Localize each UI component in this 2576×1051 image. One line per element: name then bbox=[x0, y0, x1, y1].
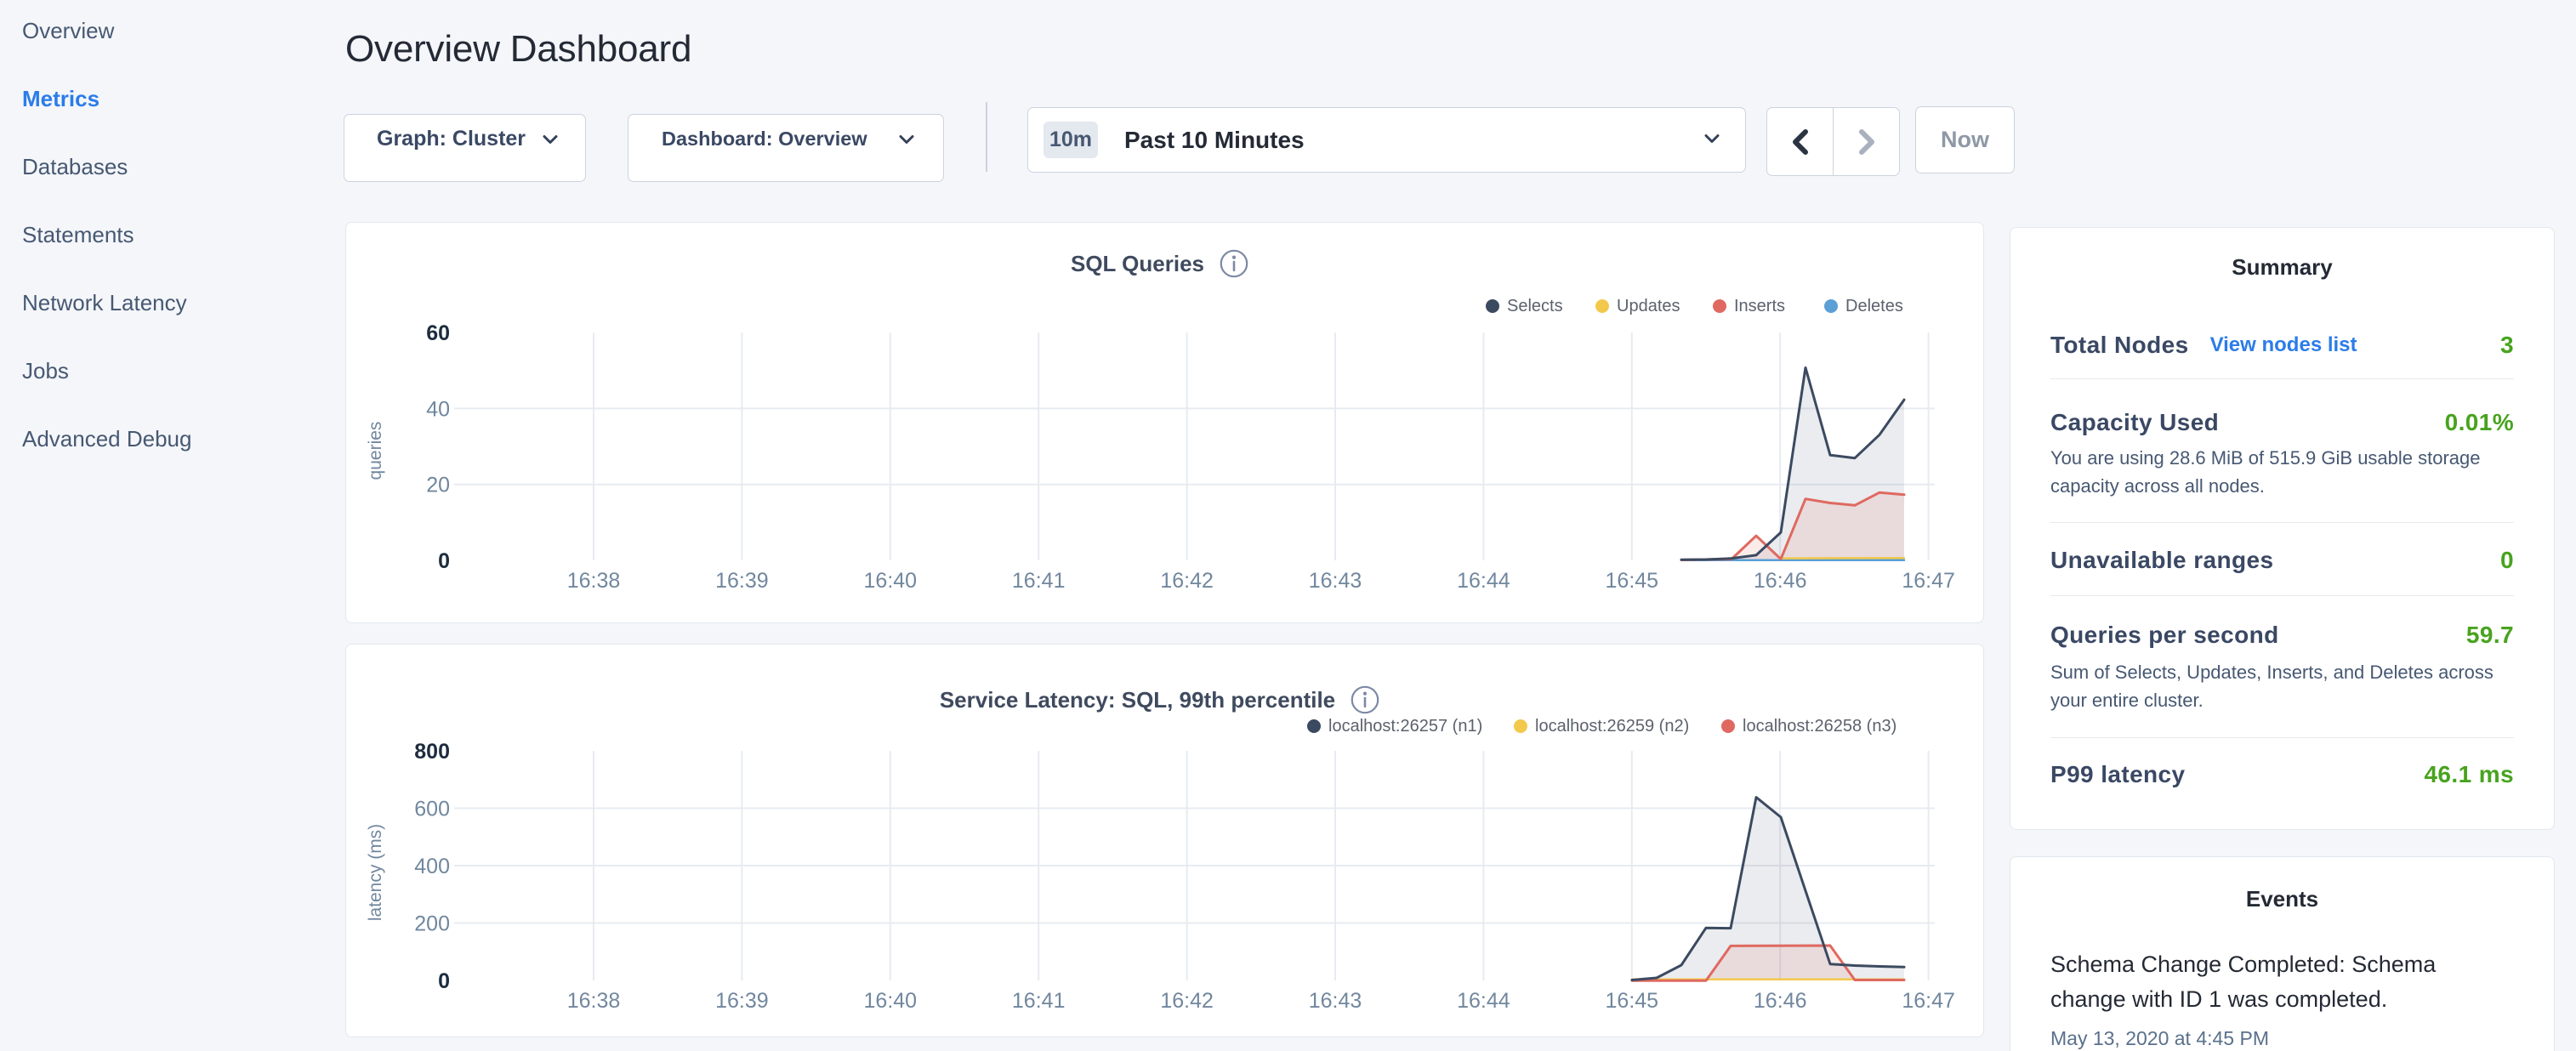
svg-text:16:38: 16:38 bbox=[567, 569, 621, 593]
svg-text:40: 40 bbox=[426, 397, 450, 421]
svg-text:16:46: 16:46 bbox=[1754, 569, 1807, 593]
svg-text:600: 600 bbox=[414, 798, 450, 821]
svg-text:16:43: 16:43 bbox=[1309, 989, 1362, 1013]
svg-text:0: 0 bbox=[438, 549, 450, 573]
svg-text:16:47: 16:47 bbox=[1902, 569, 1955, 593]
svg-text:16:38: 16:38 bbox=[567, 989, 621, 1013]
svg-text:200: 200 bbox=[414, 912, 450, 936]
svg-text:16:47: 16:47 bbox=[1902, 989, 1955, 1013]
svg-text:60: 60 bbox=[426, 321, 450, 345]
svg-text:0: 0 bbox=[438, 969, 450, 993]
svg-text:16:44: 16:44 bbox=[1457, 989, 1510, 1013]
svg-text:800: 800 bbox=[414, 740, 450, 764]
svg-text:20: 20 bbox=[426, 474, 450, 497]
svg-text:queries: queries bbox=[366, 422, 385, 480]
svg-text:16:42: 16:42 bbox=[1160, 989, 1214, 1013]
svg-text:16:42: 16:42 bbox=[1160, 569, 1214, 593]
svg-text:16:45: 16:45 bbox=[1606, 569, 1659, 593]
svg-text:latency (ms): latency (ms) bbox=[366, 824, 385, 921]
svg-text:16:44: 16:44 bbox=[1457, 569, 1510, 593]
svg-text:16:43: 16:43 bbox=[1309, 569, 1362, 593]
svg-text:16:46: 16:46 bbox=[1754, 989, 1807, 1013]
svg-text:400: 400 bbox=[414, 855, 450, 878]
svg-text:16:45: 16:45 bbox=[1606, 989, 1659, 1013]
svg-text:16:40: 16:40 bbox=[864, 569, 918, 593]
svg-text:16:39: 16:39 bbox=[715, 989, 769, 1013]
svg-text:16:41: 16:41 bbox=[1012, 569, 1066, 593]
svg-text:16:41: 16:41 bbox=[1012, 989, 1066, 1013]
svg-text:16:39: 16:39 bbox=[715, 569, 769, 593]
svg-text:16:40: 16:40 bbox=[864, 989, 918, 1013]
